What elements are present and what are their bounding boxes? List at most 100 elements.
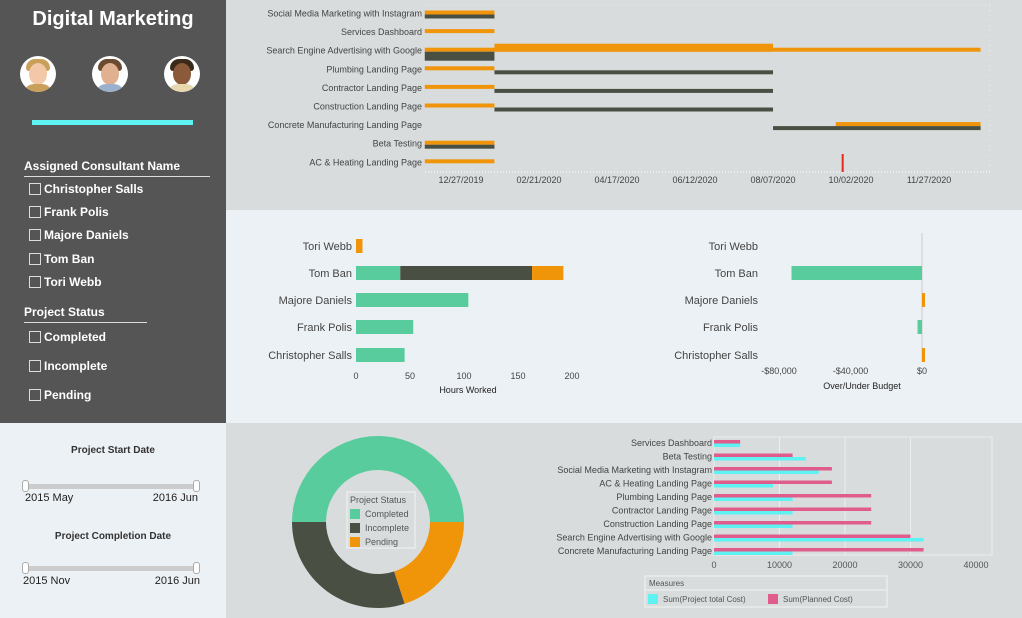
consultant-option[interactable]: Christopher Salls <box>29 182 143 196</box>
budget-category-label: Frank Polis <box>703 322 759 334</box>
option-label: Frank Polis <box>44 205 109 219</box>
cost-category-label: Services Dashboard <box>631 438 712 448</box>
budget-category-label: Christopher Salls <box>674 350 758 362</box>
slider-min-handle[interactable] <box>22 480 29 492</box>
gantt-x-tick: 04/17/2020 <box>594 175 639 185</box>
hours-category-label: Tori Webb <box>303 241 352 253</box>
hours-category-label: Majore Daniels <box>279 295 353 307</box>
cost-bar <box>714 453 793 457</box>
budget-bar <box>922 348 925 362</box>
gantt-x-tick: 12/27/2019 <box>438 175 483 185</box>
hours-x-tick: 200 <box>564 371 579 381</box>
gantt-bar-dark <box>494 70 774 75</box>
cost-bar <box>714 511 793 515</box>
option-label: Christopher Salls <box>44 182 144 196</box>
gantt-bar-dark <box>494 88 774 93</box>
hours-bar-segment <box>356 266 401 280</box>
donut-legend-label: Pending <box>365 537 398 547</box>
cost-bar <box>714 440 741 444</box>
cost-x-tick: 0 <box>711 560 716 570</box>
cost-category-label: Beta Testing <box>663 452 712 462</box>
cost-bar <box>714 494 872 498</box>
slider-min-handle[interactable] <box>22 562 29 574</box>
hours-category-label: Frank Polis <box>297 322 353 334</box>
gantt-task-label: Concrete Manufacturing Landing Page <box>268 120 422 130</box>
completion-date-slider[interactable] <box>22 562 200 574</box>
checkbox[interactable] <box>29 229 41 241</box>
consultant-option[interactable]: Majore Daniels <box>29 228 129 242</box>
charts-canvas: Social Media Marketing with Instagram Ser… <box>266 4 993 608</box>
budget-bar <box>922 293 925 307</box>
dashboard-title: Digital Marketing <box>32 8 194 30</box>
donut-legend-label: Incomplete <box>365 523 409 533</box>
budget-category-label: Tori Webb <box>709 241 758 253</box>
slider-max-handle[interactable] <box>193 562 200 574</box>
cost-bar <box>714 467 832 471</box>
gantt-bar-orange <box>424 103 495 108</box>
gantt-task-label: Construction Landing Page <box>313 102 422 112</box>
legend-swatch <box>350 537 360 547</box>
budget-x-tick: $0 <box>917 366 927 376</box>
checkbox[interactable] <box>29 360 41 372</box>
cost-x-tick: 40000 <box>963 560 988 570</box>
cost-bar <box>714 457 806 461</box>
gantt-bar-orange <box>424 10 495 15</box>
cost-category-label: Plumbing Landing Page <box>616 492 712 502</box>
gantt-x-tick: 08/07/2020 <box>751 175 796 185</box>
hours-category-label: Tom Ban <box>309 268 352 280</box>
hours-x-tick: 150 <box>510 371 525 381</box>
checkbox[interactable] <box>29 206 41 218</box>
gantt-bar-dark <box>773 126 981 131</box>
checkbox[interactable] <box>29 183 41 195</box>
start-date-min: 2015 May <box>25 492 74 504</box>
checkbox[interactable] <box>29 276 41 288</box>
gantt-bar-dark <box>424 144 495 149</box>
cost-x-tick: 20000 <box>832 560 857 570</box>
option-label: Incomplete <box>44 359 108 373</box>
status-option[interactable]: Pending <box>29 388 91 402</box>
slider-max-handle[interactable] <box>193 480 200 492</box>
cost-bar <box>714 484 773 488</box>
gantt-bar-orange <box>424 66 495 71</box>
legend-swatch <box>350 509 360 519</box>
consultant-option[interactable]: Frank Polis <box>29 205 109 219</box>
hours-bar-segment <box>356 348 405 362</box>
gantt-task-label: AC & Heating Landing Page <box>309 157 422 167</box>
gantt-x-tick: 11/27/2020 <box>907 175 951 185</box>
cost-bar <box>714 470 819 474</box>
completion-date-min: 2015 Nov <box>23 575 71 587</box>
cost-bar <box>714 548 924 552</box>
checkbox[interactable] <box>29 389 41 401</box>
consultant-option[interactable]: Tom Ban <box>29 252 94 266</box>
avatar-consultant-2 <box>92 56 128 92</box>
option-label: Majore Daniels <box>44 228 129 242</box>
checkbox[interactable] <box>29 253 41 265</box>
hours-bar-segment <box>356 239 363 253</box>
status-option[interactable]: Incomplete <box>29 359 107 373</box>
hours-x-tick: 100 <box>456 371 471 381</box>
budget-x-tick: -$80,000 <box>761 366 797 376</box>
gantt-bar-dark <box>494 107 774 112</box>
cost-legend-label: Sum(Project total Cost) <box>663 595 746 604</box>
gantt-x-tick: 10/02/2020 <box>829 175 874 185</box>
donut-slice-pending <box>394 522 464 604</box>
budget-category-label: Majore Daniels <box>685 295 759 307</box>
status-filter-title: Project Status <box>24 305 147 323</box>
status-option[interactable]: Completed <box>29 330 106 344</box>
cost-bar <box>714 534 911 538</box>
legend-swatch <box>768 594 778 604</box>
gantt-x-tick: 06/12/2020 <box>673 175 718 185</box>
gantt-bar-orange <box>494 43 774 52</box>
consultant-option[interactable]: Tori Webb <box>29 275 102 289</box>
cost-bar <box>714 497 793 501</box>
option-label: Tori Webb <box>44 275 102 289</box>
start-date-slider[interactable] <box>22 480 200 492</box>
hours-category-label: Christopher Salls <box>268 350 352 362</box>
cost-bar <box>714 521 872 525</box>
budget-bar <box>917 320 922 334</box>
checkbox[interactable] <box>29 331 41 343</box>
cost-x-tick: 30000 <box>898 560 923 570</box>
gantt-task-label: Plumbing Landing Page <box>326 64 422 74</box>
gantt-task-label: Social Media Marketing with Instagram <box>267 9 422 19</box>
cost-bar <box>714 538 924 542</box>
